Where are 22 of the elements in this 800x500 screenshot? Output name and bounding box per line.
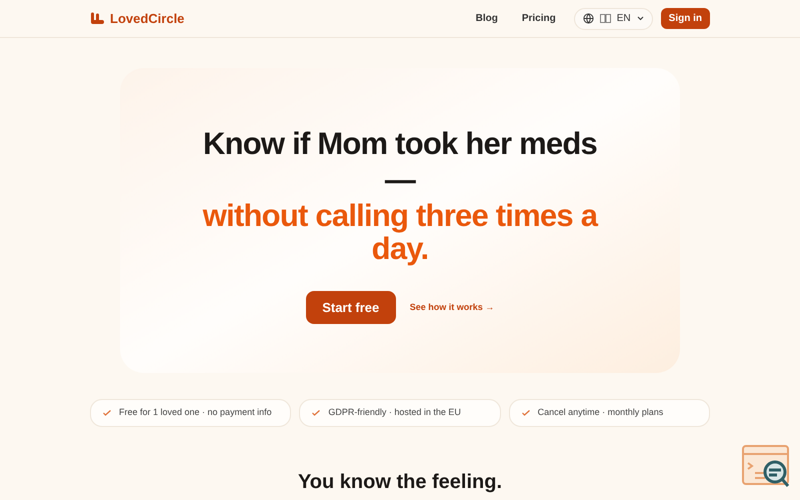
- logo-icon: [90, 12, 104, 26]
- nav-link[interactable]: Pricing: [512, 11, 566, 26]
- hero-highlight: without calling three times a day.: [202, 199, 599, 265]
- flag-glyph-icon: [600, 14, 611, 23]
- start-free-button[interactable]: Start free: [306, 291, 396, 324]
- check-icon: [312, 410, 320, 416]
- language-selector[interactable]: EN: [574, 8, 653, 30]
- feature-text: Cancel anytime · monthly plans: [538, 406, 664, 420]
- feature-text: Free for 1 loved one · no payment info: [119, 406, 272, 420]
- section-heading: You know the feeling.: [296, 471, 504, 493]
- sign-in-button[interactable]: Sign in: [660, 8, 710, 29]
- language-code: EN: [616, 12, 631, 26]
- inspector-widget-icon[interactable]: [742, 445, 792, 490]
- hero-heading: Know if Mom took her meds —: [202, 126, 598, 198]
- check-icon: [103, 410, 111, 416]
- see-how-link[interactable]: See how it works →: [410, 300, 494, 314]
- check-icon: [522, 410, 530, 416]
- globe-icon: [582, 13, 594, 24]
- nav-link[interactable]: Blog: [466, 11, 508, 26]
- chevron-down-icon: [636, 16, 644, 21]
- brand-name[interactable]: LovedCircle: [110, 8, 184, 28]
- feature-text: GDPR-friendly · hosted in the EU: [328, 406, 461, 420]
